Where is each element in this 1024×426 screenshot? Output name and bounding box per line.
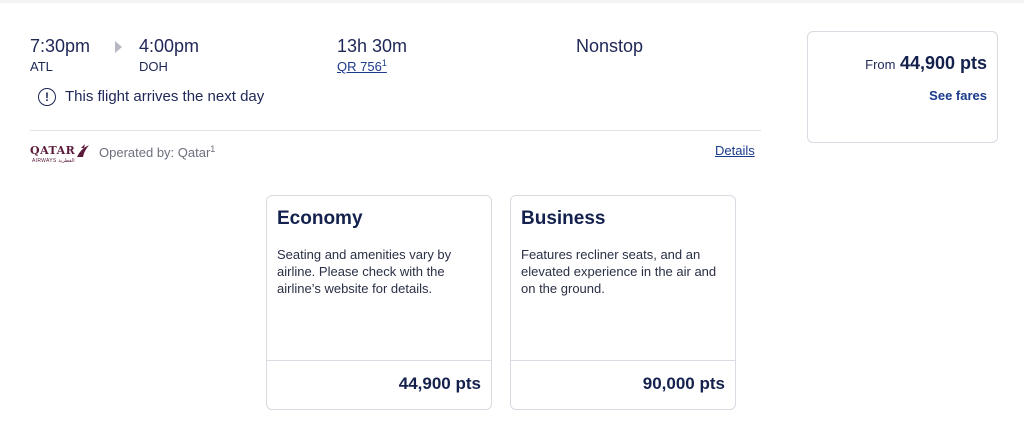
from-value: 44,900 pts bbox=[899, 53, 987, 73]
flight-result-card: 7:30pm ATL 4:00pm DOH 13h 30m QR 7561 No… bbox=[0, 3, 1024, 426]
operated-by-footnote: 1 bbox=[210, 144, 216, 154]
cabin-description: Features recliner seats, and an elevated… bbox=[521, 247, 717, 296]
operated-by-label: Operated by: Qatar bbox=[99, 145, 211, 160]
operated-by: Operated by: Qatar1 bbox=[99, 144, 215, 160]
info-circle-icon: ! bbox=[38, 88, 56, 106]
flight-duration: 13h 30m bbox=[337, 36, 408, 56]
cabin-price: 90,000 pts bbox=[642, 374, 725, 393]
next-day-notice: This flight arrives the next day bbox=[65, 88, 265, 105]
cabin-card-economy[interactable]: Economy Seating and amenities vary by ai… bbox=[266, 195, 492, 410]
details-link[interactable]: Details bbox=[715, 143, 755, 158]
flight-number-link[interactable]: QR 7561 bbox=[337, 58, 387, 74]
chevron-right-icon bbox=[115, 41, 122, 53]
flight-number-footnote: 1 bbox=[381, 58, 387, 68]
cabin-divider bbox=[511, 360, 735, 361]
arrive-airport-code: DOH bbox=[139, 59, 168, 74]
airline-logo-subtext: AIRWAYS القطرية bbox=[32, 158, 75, 164]
cabin-price: 44,900 pts bbox=[398, 374, 481, 393]
cabin-card-business[interactable]: Business Features recliner seats, and an… bbox=[510, 195, 736, 410]
oryx-icon bbox=[77, 144, 89, 157]
flight-number-label: QR 756 bbox=[337, 59, 382, 74]
airline-logo-text: QATAR bbox=[30, 144, 76, 157]
qatar-airways-logo: QATAR AIRWAYS القطرية bbox=[30, 143, 92, 167]
from-label: From bbox=[865, 57, 896, 72]
cabin-title: Economy bbox=[277, 208, 363, 229]
cabin-description: Seating and amenities vary by airline. P… bbox=[277, 247, 452, 296]
section-divider bbox=[30, 130, 761, 131]
from-price: From 44,900 pts bbox=[865, 53, 987, 74]
fare-summary-box[interactable]: From 44,900 pts See fares bbox=[807, 31, 998, 143]
cabin-divider bbox=[267, 360, 491, 361]
cabin-title: Business bbox=[521, 208, 606, 229]
arrive-time: 4:00pm bbox=[139, 36, 200, 56]
stops-label: Nonstop bbox=[576, 36, 644, 56]
see-fares-link[interactable]: See fares bbox=[929, 88, 987, 103]
depart-airport-code: ATL bbox=[30, 59, 53, 74]
depart-time: 7:30pm bbox=[30, 36, 91, 56]
